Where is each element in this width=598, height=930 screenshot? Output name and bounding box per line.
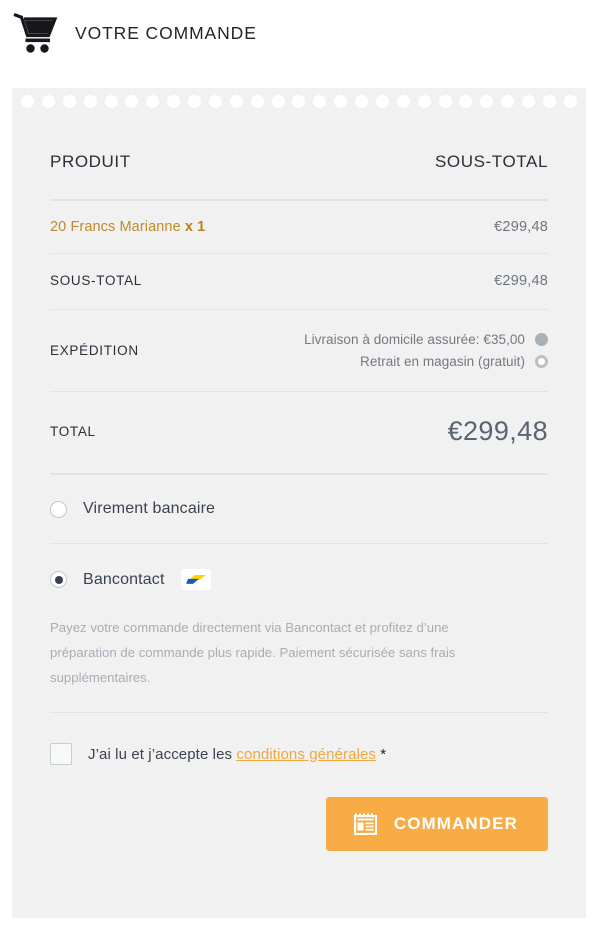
order-button-container: COMMANDER [50,765,548,851]
subtotal-label: SOUS-TOTAL [50,273,143,288]
payment-method-virement-bancaire[interactable]: Virement bancaire [50,475,548,543]
perforation-dot [563,94,577,108]
radio-bancontact[interactable] [50,571,67,588]
product-quantity: x 1 [184,219,206,235]
terms-text: J’ai lu et j’accepte les conditions géné… [88,746,386,763]
shipping-option-label: Livraison à domicile assurée: €35,00 [304,332,525,347]
perforation-dot [522,94,535,108]
terms-link[interactable]: conditions générales [236,746,376,763]
payment-method-bancontact[interactable]: Bancontact [50,544,548,615]
payment-method-description: Payez votre commande directement via Ban… [50,620,456,685]
bancontact-logo [180,569,211,590]
terms-required-mark: * [380,745,387,763]
perforation-dot [459,94,473,108]
place-order-button[interactable]: COMMANDER [325,797,548,851]
shipping-option-label: Retrait en magasin (gratuit) [360,354,525,369]
total-label: TOTAL [50,424,96,439]
radio-virement-bancaire[interactable] [50,500,67,518]
perforation-dot [104,94,118,108]
perforation-dot [125,94,139,108]
shipping-radio-store-pickup[interactable] [535,355,548,368]
perforation-dot [167,94,181,108]
total-value: €299,48 [447,416,548,446]
subtotal-row: SOUS-TOTAL €299,48 [50,254,548,309]
place-order-button-label: COMMANDER [393,814,518,833]
perforation-dot [501,94,515,108]
product-price: €299,48 [494,219,548,235]
table-row: 20 Francs Marianne x 1 €299,48 [50,201,548,253]
perforation-dot [83,94,97,108]
checkout-page: VOTRE COMMANDE PRODUIT SOUS-TOTAL 20 Fra… [0,0,598,930]
total-row: TOTAL €299,48 [50,392,548,473]
page-header: VOTRE COMMANDE [0,0,598,66]
shipping-option-store-pickup[interactable]: Retrait en magasin (gratuit) [360,354,548,369]
subtotal-value: €299,48 [494,273,548,289]
column-header-product: PRODUIT [50,152,131,171]
perforation-dot [375,94,389,108]
column-header-subtotal: SOUS-TOTAL [434,152,548,171]
shopping-cart-icon [13,12,58,53]
payment-method-label: Virement bancaire [83,500,216,517]
perforation-dot [292,94,306,108]
perforation-dot [188,94,201,108]
perforation-dot [271,94,285,108]
terms-text-prefix: J’ai lu et j’accepte les [88,745,233,763]
order-table-header: PRODUIT SOUS-TOTAL [50,126,548,199]
form-document-icon [353,813,377,835]
perforation-dot [438,94,452,108]
shipping-options: Livraison à domicile assurée: €35,00 Ret… [304,332,548,369]
perforation-dot [334,94,348,108]
payment-method-label: Bancontact [83,570,165,588]
shipping-label: EXPÉDITION [50,343,139,358]
card-perforation-edge [12,88,586,114]
terms-checkbox[interactable] [50,743,72,765]
order-summary-card: PRODUIT SOUS-TOTAL 20 Francs Marianne x … [12,88,586,918]
perforation-dot [396,94,410,108]
terms-acceptance-row: J’ai lu et j’accepte les conditions géné… [50,713,548,765]
product-name: 20 Francs Marianne x 1 [50,219,205,235]
shipping-row: EXPÉDITION Livraison à domicile assurée:… [50,310,548,391]
perforation-dot [62,94,76,108]
perforation-dot [21,94,34,108]
bancontact-logo-glyph [185,575,206,584]
perforation-dot [146,94,160,108]
perforation-dot [355,94,368,108]
shipping-radio-home-delivery[interactable] [535,333,548,346]
perforation-dot [313,94,327,108]
perforation-dot [229,94,243,108]
perforation-dot [250,94,264,108]
perforation-dot [542,94,556,108]
shipping-option-home-delivery[interactable]: Livraison à domicile assurée: €35,00 [304,332,548,347]
perforation-dot [417,94,431,108]
perforation-dot [480,94,494,108]
product-name-text: 20 Francs Marianne [50,219,181,235]
perforation-dot [208,94,222,108]
order-summary-content: PRODUIT SOUS-TOTAL 20 Francs Marianne x … [50,126,548,918]
perforation-dot [41,94,55,108]
page-title: VOTRE COMMANDE [75,22,257,43]
